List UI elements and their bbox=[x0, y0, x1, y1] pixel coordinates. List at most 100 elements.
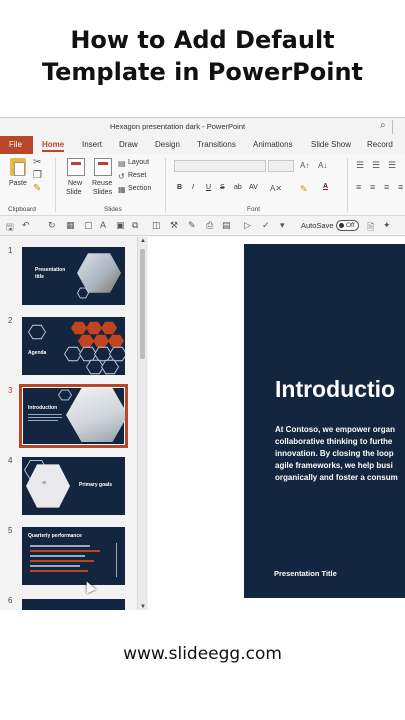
font-size-select[interactable] bbox=[268, 160, 294, 172]
spell-check-icon[interactable]: ✓ bbox=[262, 220, 270, 231]
save-icon[interactable]: 🖫 bbox=[6, 220, 14, 236]
thumb-hexagon-outline bbox=[28, 324, 46, 340]
list-icon: ≡ bbox=[42, 480, 47, 487]
new-slide-label-1[interactable]: New bbox=[68, 180, 82, 187]
tab-design[interactable]: Design bbox=[155, 140, 180, 149]
layout-button[interactable]: Layout bbox=[128, 159, 149, 166]
search-icon[interactable]: ⌕ bbox=[380, 120, 386, 131]
cut-icon[interactable]: ✂ bbox=[33, 158, 41, 168]
format-icon[interactable]: ⚒ bbox=[170, 220, 178, 231]
tab-draw[interactable]: Draw bbox=[119, 140, 138, 149]
autosave-label: AutoSave bbox=[301, 221, 334, 230]
slide-footer[interactable]: Presentation Title bbox=[274, 569, 337, 578]
paste-button[interactable]: Paste bbox=[9, 180, 27, 187]
customize-icon[interactable]: ▾ bbox=[280, 220, 285, 231]
strikethrough-button[interactable]: S bbox=[220, 184, 225, 191]
arrange-icon[interactable]: ⧉ bbox=[132, 220, 138, 231]
indent-icon[interactable]: ☰ bbox=[388, 160, 396, 170]
decrease-font-icon[interactable]: A↓ bbox=[318, 161, 327, 171]
reuse-slides-label-1[interactable]: Reuse bbox=[92, 180, 112, 187]
document-icon[interactable]: 🗎 bbox=[367, 220, 374, 236]
thumb-title: Quarterly performance bbox=[28, 533, 82, 539]
change-case-button[interactable]: ab bbox=[234, 184, 242, 191]
reset-icon[interactable]: ↺ bbox=[118, 172, 125, 182]
section-button[interactable]: Section bbox=[128, 185, 151, 192]
justify-icon[interactable]: ≡ bbox=[398, 182, 403, 192]
scroll-handle[interactable] bbox=[140, 249, 145, 359]
reuse-slides-label-2[interactable]: Slides bbox=[93, 189, 112, 196]
slide-thumbnail-2[interactable]: Agenda bbox=[22, 317, 125, 375]
font-color-icon[interactable]: A bbox=[323, 183, 328, 190]
tab-animations[interactable]: Animations bbox=[253, 140, 293, 149]
tab-record[interactable]: Record bbox=[367, 140, 393, 149]
italic-button[interactable]: I bbox=[192, 184, 194, 191]
underline-button[interactable]: U bbox=[206, 184, 211, 191]
paste-icon[interactable] bbox=[10, 158, 26, 176]
tab-file[interactable]: File bbox=[0, 136, 33, 154]
text-box-icon[interactable]: A bbox=[100, 220, 106, 230]
slide-number: 6 bbox=[8, 596, 13, 605]
thumb-text-line bbox=[28, 420, 58, 421]
paint-icon[interactable]: ✎ bbox=[188, 220, 196, 231]
thumb-bar bbox=[30, 565, 80, 567]
tab-insert[interactable]: Insert bbox=[82, 140, 102, 149]
font-family-select[interactable] bbox=[174, 160, 266, 172]
present-icon[interactable]: ▤ bbox=[222, 220, 231, 231]
slide-thumbnail-pane: 1 Presentation title 2 Agenda 3 Introduc… bbox=[0, 237, 137, 610]
slide-thumbnail-4[interactable]: ≡ Primary goals bbox=[22, 457, 125, 515]
current-slide[interactable]: Introductio At Contoso, we empower organ… bbox=[244, 244, 405, 598]
format-painter-icon[interactable]: ✎ bbox=[33, 184, 41, 194]
thumbnail-scrollbar[interactable]: ▲ ▼ bbox=[137, 237, 147, 610]
undo-icon[interactable]: ↶ bbox=[22, 220, 30, 231]
bold-button[interactable]: B bbox=[177, 184, 182, 191]
new-slide-icon[interactable] bbox=[67, 158, 85, 176]
thumb-title: Agenda bbox=[28, 350, 47, 356]
reuse-slides-icon[interactable] bbox=[94, 158, 112, 176]
slide-thumbnail-1[interactable]: Presentation title bbox=[22, 247, 125, 305]
clear-format-icon[interactable]: A✕ bbox=[270, 184, 282, 194]
headline-line-1: How to Add Default bbox=[70, 26, 335, 54]
slide-body[interactable]: At Contoso, we empower organ collaborati… bbox=[275, 424, 405, 484]
align-left-icon[interactable]: ≡ bbox=[356, 182, 361, 192]
slide-number: 3 bbox=[8, 386, 13, 395]
thumb-hexagon-outline bbox=[58, 389, 72, 401]
layout-icon[interactable]: ▤ bbox=[118, 159, 126, 169]
tab-transitions[interactable]: Transitions bbox=[197, 140, 236, 149]
autosave-toggle[interactable]: Off bbox=[336, 220, 359, 231]
body-line: agile frameworks, we help busi bbox=[275, 461, 393, 470]
align-center-icon[interactable]: ≡ bbox=[370, 182, 375, 192]
increase-font-icon[interactable]: A↑ bbox=[300, 161, 309, 171]
section-icon[interactable]: ▦ bbox=[118, 185, 126, 195]
thumb-bar bbox=[30, 555, 85, 557]
copy-icon[interactable]: ❐ bbox=[33, 171, 42, 181]
slide-thumbnail-5[interactable]: Quarterly performance bbox=[22, 527, 125, 585]
scroll-up-icon[interactable]: ▲ bbox=[140, 238, 146, 244]
thumb-axis bbox=[116, 543, 117, 577]
draw-table-icon[interactable]: ▦ bbox=[66, 220, 75, 231]
align-right-icon[interactable]: ≡ bbox=[384, 182, 389, 192]
redo-icon[interactable]: ↻ bbox=[48, 220, 56, 231]
reset-button[interactable]: Reset bbox=[128, 172, 146, 179]
slide-editor[interactable]: Introductio At Contoso, we empower organ… bbox=[148, 237, 405, 610]
slide-thumbnail-3[interactable]: Introduction bbox=[19, 384, 128, 448]
slides-group-label: Slides bbox=[104, 206, 122, 213]
start-slideshow-icon[interactable]: ▷ bbox=[244, 220, 251, 231]
body-line: organically and foster a consum bbox=[275, 473, 398, 482]
picture-icon[interactable]: ▣ bbox=[116, 220, 125, 231]
highlight-icon[interactable]: ✎ bbox=[300, 184, 308, 194]
tab-slide-show[interactable]: Slide Show bbox=[311, 140, 351, 149]
bullets-icon[interactable]: ☰ bbox=[356, 160, 364, 170]
numbering-icon[interactable]: ☰ bbox=[372, 160, 380, 170]
designer-icon[interactable]: ✦ bbox=[383, 220, 391, 231]
slide-thumbnail-6[interactable] bbox=[22, 599, 125, 610]
character-spacing-button[interactable]: AV bbox=[249, 184, 258, 191]
slide-heading[interactable]: Introductio bbox=[275, 376, 395, 403]
thumb-hexagon-filled bbox=[101, 321, 117, 335]
scroll-down-icon[interactable]: ▼ bbox=[140, 604, 146, 610]
new-slide-label-2[interactable]: Slide bbox=[66, 189, 82, 196]
video-headline: How to Add Default Template in PowerPoin… bbox=[0, 24, 405, 88]
align-icon[interactable]: ◫ bbox=[152, 220, 161, 231]
shapes-icon[interactable]: ▢ bbox=[84, 220, 93, 231]
print-icon[interactable]: ⎙ bbox=[206, 220, 213, 231]
tab-home[interactable]: Home bbox=[42, 140, 65, 152]
